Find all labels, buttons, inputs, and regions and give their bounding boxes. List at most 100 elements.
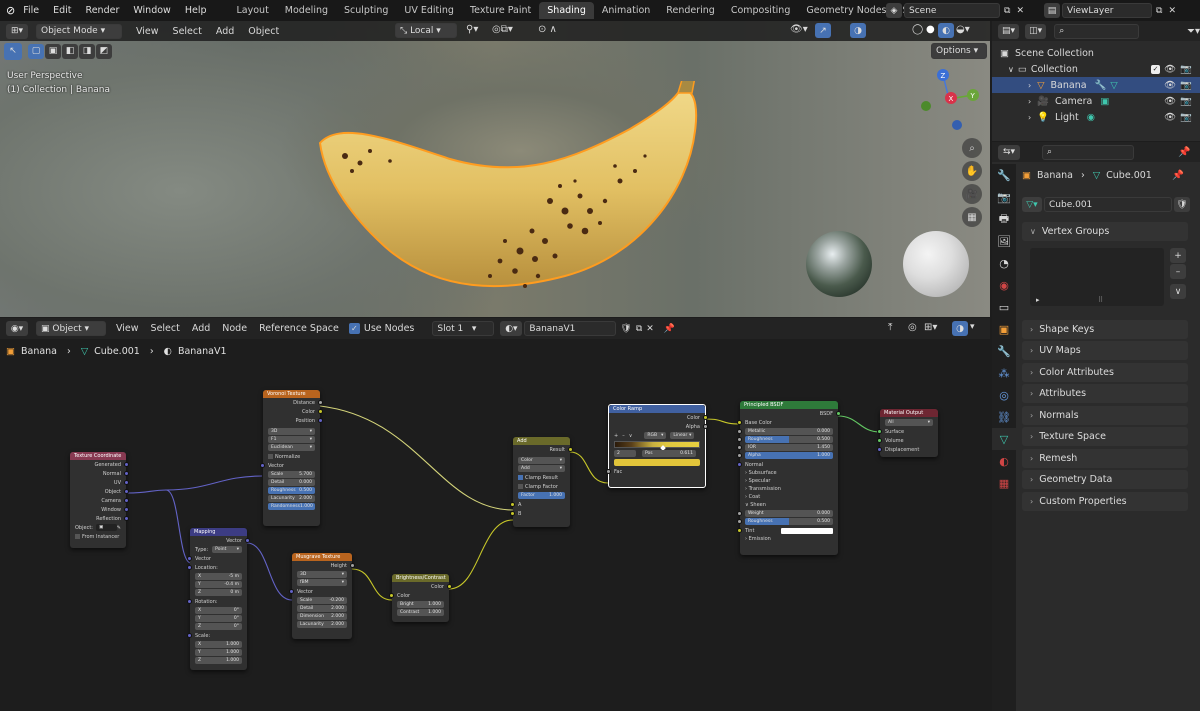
expand-icon[interactable]: › <box>1028 113 1031 122</box>
outliner-filter-mode-icon[interactable]: ◫▾ <box>1025 23 1047 39</box>
rotation-z-field[interactable]: Z 0° <box>195 623 242 630</box>
metallic-field[interactable]: Metallic 0.000 <box>737 428 833 435</box>
panel-sheen[interactable]: ∨ Sheen <box>740 501 838 509</box>
data-type-dropdown[interactable]: Color ▾ <box>518 457 565 464</box>
shader-node-editor[interactable]: ◉▾ ▣ Object ▾ View Select Add Node Refer… <box>0 318 990 711</box>
stop-index-field[interactable]: 2 <box>614 450 636 457</box>
expand-icon[interactable]: › <box>1028 81 1031 90</box>
ior-field[interactable]: IOR 1.450 <box>737 444 833 451</box>
panel-subsurface[interactable]: › Subsurface <box>740 469 838 477</box>
output-socket[interactable] <box>124 507 129 512</box>
options-dropdown[interactable]: Options ▾ <box>931 43 987 59</box>
roughness-field[interactable]: Roughness 0.500 <box>737 436 833 443</box>
overlay-toggle-icon[interactable]: ◑ <box>850 23 866 38</box>
vp-menu-select[interactable]: Select <box>173 26 202 37</box>
tint-swatch[interactable] <box>781 527 833 534</box>
scale-y-field[interactable]: Y 1.000 <box>195 649 242 656</box>
remove-stop-button[interactable]: – <box>622 433 625 439</box>
input-socket[interactable] <box>260 463 265 468</box>
target-dropdown[interactable]: All ▾ <box>885 419 933 426</box>
menu-render[interactable]: Render <box>86 5 120 16</box>
menu-file[interactable]: File <box>23 5 39 16</box>
color-mode-dropdown[interactable]: RGB ▾ <box>644 432 667 439</box>
menu-help[interactable]: Help <box>185 5 207 16</box>
shading-wire-icon[interactable]: ◯ <box>912 24 923 35</box>
node-brightness-contrast[interactable]: Brightness/Contrast Color Color Bright 1.… <box>389 574 452 622</box>
mesh-browse-icon[interactable]: ▽▾ <box>1022 197 1042 212</box>
output-socket[interactable] <box>124 516 129 521</box>
scale-z-field[interactable]: Z 1.000 <box>195 657 242 664</box>
output-socket[interactable] <box>124 462 129 467</box>
outliner-search-input[interactable]: ⌕ <box>1054 23 1139 39</box>
tab-shading[interactable]: Shading <box>539 2 594 19</box>
input-socket[interactable] <box>510 502 515 507</box>
sheen-weight-field[interactable]: Weight 0.000 <box>737 510 833 517</box>
scene-tab-icon[interactable]: ◔ <box>992 252 1016 274</box>
collection-tab-icon[interactable]: ▭ <box>992 296 1016 318</box>
pin-icon[interactable]: 📌 <box>1178 147 1190 158</box>
vp-menu-object[interactable]: Object <box>248 26 279 37</box>
object-tab-icon[interactable]: ▣ <box>992 318 1016 340</box>
outliner-scene-collection[interactable]: ▣ Scene Collection <box>992 45 1200 61</box>
outliner-item-light[interactable]: › 💡 Light ◉ 👁 📷 <box>992 109 1200 125</box>
expand-icon[interactable]: › <box>1028 97 1031 106</box>
visibility-eye-icon[interactable]: 👁 <box>1164 80 1176 91</box>
location-y-field[interactable]: Y -0.4 m <box>195 581 242 588</box>
location-z-field[interactable]: Z 0 m <box>195 589 242 596</box>
render-camera-icon[interactable]: 📷 <box>1180 112 1192 123</box>
shading-solid-icon[interactable]: ● <box>926 24 935 35</box>
render-camera-icon[interactable]: 📷 <box>1180 64 1192 75</box>
ramp-menu-button[interactable]: ∨ <box>629 433 633 439</box>
select-extend-icon[interactable]: ▣ <box>45 43 61 59</box>
input-socket[interactable] <box>737 420 742 425</box>
select-subtract-icon[interactable]: ◧ <box>62 43 78 59</box>
tab-compositing[interactable]: Compositing <box>723 2 799 19</box>
visibility-eye-icon[interactable]: 👁 <box>1164 64 1176 75</box>
shading-material-icon[interactable]: ◐ <box>938 23 954 38</box>
particles-tab-icon[interactable]: ⁂ <box>992 362 1016 384</box>
outliner-collection[interactable]: ∨ ▭ Collection ✓ 👁 📷 <box>992 61 1200 77</box>
rotation-y-field[interactable]: Y 0° <box>195 615 242 622</box>
panel-texture-space[interactable]: › Texture Space <box>1022 427 1188 446</box>
add-stop-button[interactable]: + <box>614 433 618 439</box>
select-intersect-icon[interactable]: ◩ <box>96 43 112 59</box>
metric-dropdown[interactable]: Euclidean ▾ <box>268 444 315 451</box>
node-material-output[interactable]: Material Output All ▾ Surface Volume Disp… <box>877 409 938 457</box>
shading-rendered-icon[interactable]: ◒▾ <box>956 24 970 35</box>
menu-window[interactable]: Window <box>133 5 170 16</box>
factor-field[interactable]: Factor 1.000 <box>518 492 565 499</box>
filter-icon[interactable]: ⏷▾ <box>1187 26 1200 37</box>
panel-transmission[interactable]: › Transmission <box>740 485 838 493</box>
input-socket[interactable] <box>737 519 742 524</box>
mode-dropdown[interactable]: Object Mode ▾ <box>36 23 122 39</box>
scene-close-icon[interactable]: ✕ <box>1016 6 1024 16</box>
exclude-checkbox-icon[interactable]: ✓ <box>1151 64 1160 74</box>
transform-orientation-dropdown[interactable]: ⤡ Local ▾ <box>395 23 457 38</box>
properties-search-input[interactable]: ⌕ <box>1042 144 1134 160</box>
list-grip-icon[interactable]: ⠿ <box>1098 296 1103 304</box>
render-camera-icon[interactable]: 📷 <box>1180 80 1192 91</box>
zoom-icon[interactable]: ⌕ <box>962 138 982 158</box>
modifier-tab-icon[interactable]: 🔧 <box>992 340 1016 362</box>
scene-field[interactable]: Scene <box>904 3 1000 18</box>
input-socket[interactable] <box>289 589 294 594</box>
tab-sculpting[interactable]: Sculpting <box>336 2 396 19</box>
dimension-field[interactable]: Dimension 2.000 <box>297 613 347 620</box>
input-socket[interactable] <box>389 593 394 598</box>
normalize-checkbox[interactable] <box>268 454 273 459</box>
tool-tab-icon[interactable]: 🔧 <box>992 164 1016 186</box>
physics-tab-icon[interactable]: ◎ <box>992 384 1016 406</box>
node-mix-add[interactable]: Add Result Color ▾ Add ▾ Clamp Result Clam… <box>510 437 573 527</box>
eyedropper-icon[interactable]: ✎ <box>117 525 121 531</box>
tab-modeling[interactable]: Modeling <box>277 2 336 19</box>
input-socket[interactable] <box>510 511 515 516</box>
viewlayer-field[interactable]: ViewLayer <box>1062 3 1152 18</box>
3d-viewport[interactable]: ⊞▾ Object Mode ▾ View Select Add Object … <box>0 21 990 317</box>
outliner-item-banana[interactable]: › ▽ Banana 🔧 ▽ 👁 📷 <box>992 77 1200 93</box>
object-field[interactable]: ▣ <box>95 524 117 531</box>
panel-attributes[interactable]: › Attributes <box>1022 384 1188 403</box>
list-resize-icon[interactable]: ▸ <box>1036 296 1040 304</box>
panel-normals[interactable]: › Normals <box>1022 406 1188 425</box>
input-socket[interactable] <box>187 565 192 570</box>
texture-tab-icon[interactable]: ▦ <box>992 472 1016 494</box>
